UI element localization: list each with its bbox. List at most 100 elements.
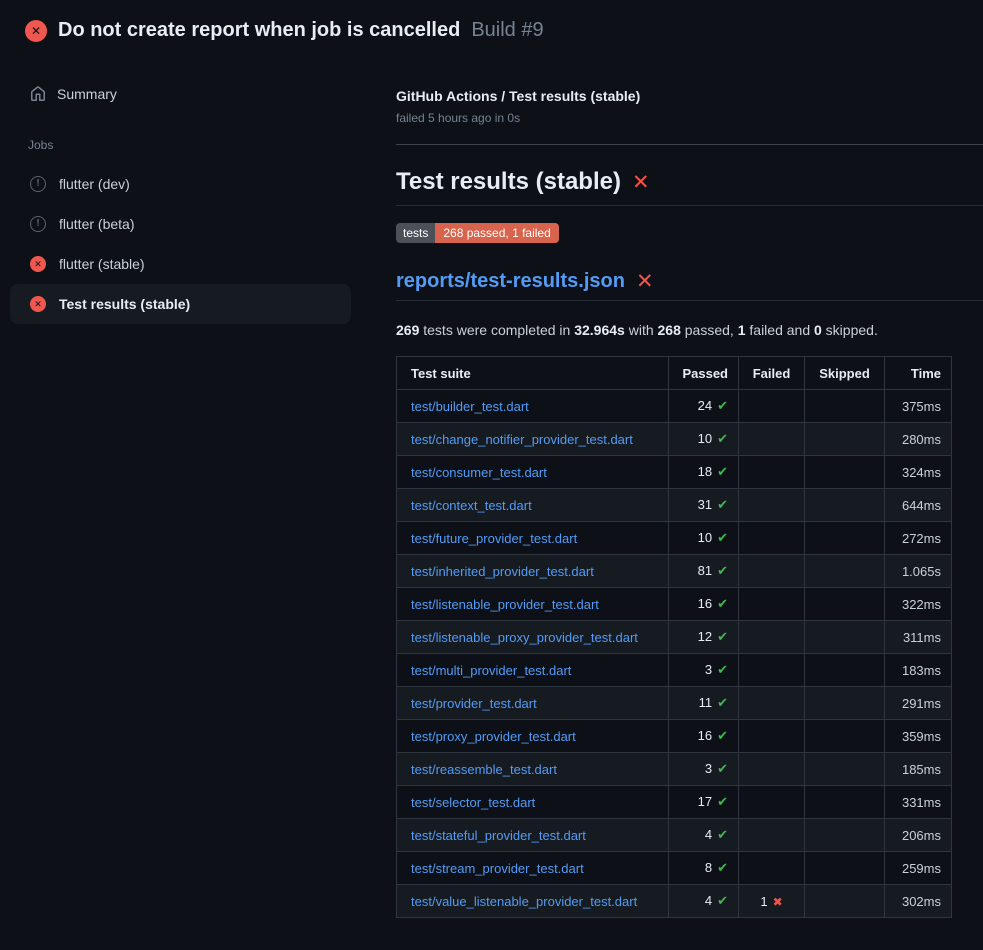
section-heading: Test results (stable) ✕ <box>396 168 983 206</box>
failed-cell <box>739 588 805 621</box>
skipped-cell <box>805 390 885 423</box>
table-row: test/inherited_provider_test.dart81✔1.06… <box>397 555 952 588</box>
test-suite-link[interactable]: test/reassemble_test.dart <box>411 762 557 777</box>
badge-value: 268 passed, 1 failed <box>435 223 558 243</box>
failed-x-circle-icon: ✕ <box>30 296 46 312</box>
test-suite-link[interactable]: test/builder_test.dart <box>411 399 529 414</box>
failed-cell <box>739 390 805 423</box>
passed-cell-count: 18 <box>698 464 712 479</box>
failed-cell <box>739 687 805 720</box>
table-row: test/stream_provider_test.dart8✔259ms <box>397 852 952 885</box>
test-suite-link[interactable]: test/change_notifier_provider_test.dart <box>411 432 633 447</box>
sidebar-item-summary[interactable]: Summary <box>0 78 396 110</box>
suite-cell: test/stream_provider_test.dart <box>397 852 669 885</box>
test-suite-link[interactable]: test/consumer_test.dart <box>411 465 547 480</box>
passed-cell: 31 ✔ <box>669 489 739 522</box>
failed-cell <box>739 489 805 522</box>
table-row: test/context_test.dart 31 ✔ 644ms <box>397 489 952 522</box>
time-cell: 644ms <box>885 489 952 522</box>
test-suite-link[interactable]: test/stateful_provider_test.dart <box>411 828 586 843</box>
test-suite-link[interactable]: test/provider_test.dart <box>411 696 537 711</box>
passed-cell-count: 3 <box>705 761 712 776</box>
job-label: flutter (dev) <box>59 176 130 192</box>
passed-cell: 16✔ <box>669 720 739 753</box>
sidebar-item-flutter-beta[interactable]: !flutter (beta) <box>10 204 351 244</box>
divider <box>396 144 983 145</box>
failed-cell <box>739 852 805 885</box>
time-cell: 183ms <box>885 654 952 687</box>
suite-cell: test/selector_test.dart <box>397 786 669 819</box>
test-suite-link[interactable]: test/future_provider_test.dart <box>411 531 577 546</box>
summary-label: Summary <box>57 86 117 102</box>
passed-cell-count: 16 <box>698 596 712 611</box>
time-cell: 291ms <box>885 687 952 720</box>
suite-cell: test/provider_test.dart <box>397 687 669 720</box>
suite-cell: test/reassemble_test.dart <box>397 753 669 786</box>
sidebar-item-flutter-stable[interactable]: ✕flutter (stable) <box>10 244 351 284</box>
sidebar-item-flutter-dev[interactable]: ! flutter (dev) <box>10 164 351 204</box>
test-suite-link[interactable]: test/inherited_provider_test.dart <box>411 564 594 579</box>
sidebar: Summary Jobs !flutter (dev)!flutter (bet… <box>0 56 396 324</box>
failed-cell <box>739 456 805 489</box>
job-label: flutter (stable) <box>59 256 145 272</box>
skipped-cell <box>805 621 885 654</box>
failed-x-icon: ✕ <box>632 172 650 193</box>
passed-cell-count: 31 <box>698 497 712 512</box>
suite-cell: test/listenable_provider_test.dart <box>397 588 669 621</box>
check-icon: ✔ <box>717 497 728 512</box>
test-suite-link[interactable]: test/context_test.dart <box>411 498 532 513</box>
col-header-test-suite: Test suite <box>397 357 669 390</box>
check-icon: ✔ <box>717 464 728 479</box>
time-cell: 302ms <box>885 885 952 918</box>
test-suite-link[interactable]: test/value_listenable_provider_test.dart <box>411 894 637 909</box>
passed-cell-count: 10 <box>698 431 712 446</box>
table-row: test/builder_test.dart24✔375ms <box>397 390 952 423</box>
time-cell: 359ms <box>885 720 952 753</box>
time-cell: 185ms <box>885 753 952 786</box>
check-icon: ✔ <box>717 827 728 842</box>
skipped-cell <box>805 786 885 819</box>
passed-cell: 12✔ <box>669 621 739 654</box>
test-suite-link[interactable]: test/stream_provider_test.dart <box>411 861 584 876</box>
time-cell: 272ms <box>885 522 952 555</box>
passed-cell: 11✔ <box>669 687 739 720</box>
passed-cell: 16✔ <box>669 588 739 621</box>
passed-cell: 81✔ <box>669 555 739 588</box>
test-suite-link[interactable]: test/listenable_provider_test.dart <box>411 597 599 612</box>
failed-cell <box>739 753 805 786</box>
check-icon: ✔ <box>717 431 728 446</box>
cancelled-icon: ! <box>30 176 46 192</box>
home-icon <box>30 86 46 102</box>
test-suite-link[interactable]: test/listenable_proxy_provider_test.dart <box>411 630 638 645</box>
passed-cell-count: 17 <box>698 794 712 809</box>
time-cell: 331ms <box>885 786 952 819</box>
table-row: test/consumer_test.dart18✔324ms <box>397 456 952 489</box>
report-file-link[interactable]: reports/test-results.json <box>396 270 625 293</box>
failed-cell <box>739 522 805 555</box>
skipped-cell <box>805 423 885 456</box>
table-header-row: Test suitePassedFailedSkippedTime <box>397 357 952 390</box>
suite-cell: test/inherited_provider_test.dart <box>397 555 669 588</box>
failed-cell <box>739 621 805 654</box>
failed-cell <box>739 786 805 819</box>
suite-cell: test/change_notifier_provider_test.dart <box>397 423 669 456</box>
workflow-run-page: ✕ Do not create report when job is cance… <box>0 0 983 950</box>
test-suite-link[interactable]: test/proxy_provider_test.dart <box>411 729 576 744</box>
test-suite-link[interactable]: test/selector_test.dart <box>411 795 535 810</box>
badge-label: tests <box>396 223 435 243</box>
skipped-cell <box>805 588 885 621</box>
passed-cell: 10 ✔ <box>669 423 739 456</box>
sidebar-item-test-results-stable[interactable]: ✕Test results (stable) <box>10 284 351 324</box>
failed-cell <box>739 720 805 753</box>
time-cell: 322ms <box>885 588 952 621</box>
table-row: test/listenable_proxy_provider_test.dart… <box>397 621 952 654</box>
check-icon: ✔ <box>717 893 728 908</box>
col-header-skipped: Skipped <box>805 357 885 390</box>
table-row: test/multi_provider_test.dart3✔183ms <box>397 654 952 687</box>
test-suite-link[interactable]: test/multi_provider_test.dart <box>411 663 571 678</box>
passed-cell-count: 16 <box>698 728 712 743</box>
table-row: test/value_listenable_provider_test.dart… <box>397 885 952 918</box>
check-icon: ✔ <box>717 761 728 776</box>
check-icon: ✔ <box>717 794 728 809</box>
skipped-cell <box>805 654 885 687</box>
